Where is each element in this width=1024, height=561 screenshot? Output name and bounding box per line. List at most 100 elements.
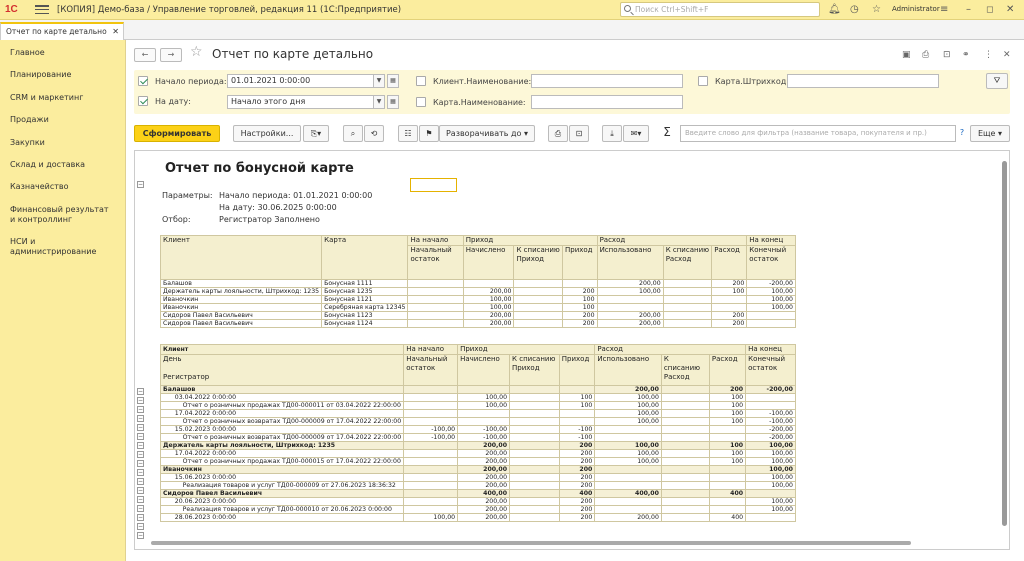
table-row[interactable]: Реализация товаров и услуг ТД00-000010 о… bbox=[159, 505, 796, 514]
tab-report[interactable]: Отчет по карте детально ✕ bbox=[0, 22, 124, 40]
table-row[interactable]: 20.06.2023 0:00:00 200,00 200 100,00 bbox=[159, 497, 796, 506]
table-row[interactable]: 03.04.2022 0:00:00 100,00 100 100,00 100 bbox=[159, 393, 796, 402]
horizontal-scrollbar[interactable] bbox=[151, 541, 911, 545]
barcode-checkbox[interactable] bbox=[698, 76, 708, 86]
collapse-icon[interactable]: − bbox=[137, 442, 144, 449]
sum-icon[interactable]: Σ bbox=[660, 125, 674, 142]
collapse-icon[interactable]: − bbox=[137, 505, 144, 512]
client-checkbox[interactable] bbox=[416, 76, 426, 86]
table-row[interactable]: Отчет о розничных продажах ТД00-000015 о… bbox=[159, 457, 796, 466]
date-field[interactable]: Начало этого дня bbox=[227, 95, 385, 109]
sidebar-item-treasury[interactable]: Казначейство bbox=[0, 182, 78, 192]
email-button[interactable]: ✉▾ bbox=[623, 125, 649, 142]
table-row[interactable]: 15.06.2023 0:00:00 200,00 200 100,00 bbox=[159, 473, 796, 482]
vertical-scrollbar[interactable] bbox=[1002, 161, 1007, 526]
table-row[interactable]: Реализация товаров и услуг ТД00-000009 о… bbox=[159, 481, 796, 490]
variants-button[interactable]: ⎘▾ bbox=[303, 125, 329, 142]
save-icon[interactable]: ▣ bbox=[902, 50, 911, 60]
preview-button[interactable]: ⊡ bbox=[569, 125, 589, 142]
collapse-icon[interactable]: − bbox=[137, 415, 144, 422]
collapse-icon[interactable]: − bbox=[137, 478, 144, 485]
favorite-star-icon[interactable]: ☆ bbox=[190, 44, 203, 60]
generate-button[interactable]: Сформировать bbox=[134, 125, 220, 142]
chevron-down-icon[interactable]: ▼ bbox=[373, 95, 385, 109]
collapse-icon[interactable]: − bbox=[137, 487, 144, 494]
table-row[interactable]: Отчет о розничных продажах ТД00-000011 о… bbox=[159, 401, 796, 410]
sidebar-item-nsi[interactable]: НСИ и администрирование bbox=[0, 237, 120, 257]
group-icon-button[interactable]: ☷ bbox=[398, 125, 418, 142]
link-icon[interactable]: ⚭ bbox=[962, 50, 970, 60]
forward-button[interactable]: → bbox=[160, 48, 182, 62]
card-checkbox[interactable] bbox=[416, 97, 426, 107]
settings-icon[interactable]: ≡ bbox=[940, 4, 948, 16]
menu-icon[interactable] bbox=[35, 5, 49, 14]
sidebar-item-warehouse[interactable]: Склад и доставка bbox=[0, 160, 95, 170]
client-field[interactable] bbox=[531, 74, 683, 88]
back-button[interactable]: ← bbox=[134, 48, 156, 62]
minimize-icon[interactable]: – bbox=[966, 4, 971, 16]
collapse-icon[interactable]: − bbox=[137, 181, 144, 188]
selected-cell[interactable] bbox=[410, 178, 457, 192]
history-icon[interactable]: ◷ bbox=[850, 4, 859, 16]
close-window-icon[interactable]: ✕ bbox=[1006, 4, 1014, 16]
barcode-field[interactable] bbox=[787, 74, 939, 88]
help-icon[interactable]: ? bbox=[957, 125, 967, 142]
close-form-icon[interactable]: ✕ bbox=[1003, 50, 1011, 60]
sidebar-item-finance[interactable]: Финансовый результат и контроллинг bbox=[0, 205, 124, 225]
table-row[interactable]: Иваночкин Бонусная 1121 100,00 100 100,00 bbox=[159, 295, 796, 304]
more-icon[interactable]: ⋮ bbox=[984, 50, 993, 60]
table-row[interactable]: Держатель карты лояльности, Штрихкод: 12… bbox=[159, 287, 796, 296]
flag-icon-button[interactable]: ⚑ bbox=[419, 125, 439, 142]
global-search-input[interactable]: Поиск Ctrl+Shift+F bbox=[620, 2, 820, 17]
sidebar-item-purchases[interactable]: Закупки bbox=[0, 138, 55, 148]
print-icon[interactable]: ⎙ bbox=[922, 50, 929, 60]
start-period-checkbox[interactable] bbox=[138, 76, 148, 86]
table-row[interactable]: 15.02.2023 0:00:00 -100,00 -100,00 -100 -200… bbox=[159, 425, 796, 434]
date-checkbox[interactable] bbox=[138, 96, 148, 106]
collapse-icon[interactable]: − bbox=[137, 514, 144, 521]
collapse-icon[interactable]: − bbox=[137, 406, 144, 413]
table-row[interactable]: Сидоров Павел Васильевич Бонусная 1123 200… bbox=[159, 311, 796, 320]
collapse-icon[interactable]: − bbox=[137, 433, 144, 440]
table-row[interactable]: Отчет о розничных возвратах ТД00-000009 … bbox=[159, 417, 796, 426]
table-row[interactable]: Сидоров Павел Васильевич 400,00 400 400,00 4… bbox=[159, 489, 796, 498]
expand-to-button[interactable]: Разворачивать до ▾ bbox=[439, 125, 535, 142]
close-tab-icon[interactable]: ✕ bbox=[112, 27, 119, 36]
table-row[interactable]: Балашов Бонусная 1111 200,00 200 -200,00 bbox=[159, 279, 796, 288]
table-row[interactable]: Держатель карты лояльности, Штрихкод: 12… bbox=[159, 441, 796, 450]
bell-icon[interactable]: 🔔︎ bbox=[828, 4, 841, 16]
card-field[interactable] bbox=[531, 95, 683, 109]
table-row[interactable]: 17.04.2022 0:00:00 200,00 200 100,00 100 100,… bbox=[159, 449, 796, 458]
calendar-icon[interactable]: ▦ bbox=[387, 95, 399, 109]
sidebar-item-planning[interactable]: Планирование bbox=[0, 70, 81, 80]
calendar-icon[interactable]: ▦ bbox=[387, 74, 399, 88]
collapse-icon[interactable]: − bbox=[137, 532, 144, 539]
collapse-icon[interactable]: − bbox=[137, 496, 144, 503]
more-button[interactable]: Еще ▾ bbox=[970, 125, 1010, 142]
report-sheet[interactable]: Отчет по бонусной карте − Параметры: Нач… bbox=[134, 150, 1010, 550]
collapse-icon[interactable]: − bbox=[137, 424, 144, 431]
filter-funnel-button[interactable]: ⛛ bbox=[986, 73, 1008, 89]
table-row[interactable]: 17.04.2022 0:00:00 100,00 100 -100,00 bbox=[159, 409, 796, 418]
preview-icon[interactable]: ⊡ bbox=[943, 50, 951, 60]
download-button[interactable]: ⤓ bbox=[602, 125, 622, 142]
table-row[interactable]: Иваночкин 200,00 200 100,00 bbox=[159, 465, 796, 474]
chevron-down-icon[interactable]: ▼ bbox=[373, 74, 385, 88]
user-name[interactable]: Administrator bbox=[892, 5, 940, 13]
table-row[interactable]: Отчет о розничных возвратах ТД00-000009 … bbox=[159, 433, 796, 442]
sidebar-item-crm[interactable]: CRM и маркетинг bbox=[0, 93, 93, 103]
collapse-icon[interactable]: − bbox=[137, 523, 144, 530]
find-next-button[interactable]: ⟲ bbox=[364, 125, 384, 142]
sidebar-item-main[interactable]: Главное bbox=[0, 48, 55, 58]
table-row[interactable]: Балашов 200,00 200 -200,00 bbox=[159, 385, 796, 394]
favorites-star-icon[interactable]: ☆ bbox=[872, 4, 881, 16]
table-row[interactable]: Сидоров Павел Васильевич Бонусная 1124 200… bbox=[159, 319, 796, 328]
print-button[interactable]: ⎙ bbox=[548, 125, 568, 142]
collapse-icon[interactable]: − bbox=[137, 397, 144, 404]
collapse-icon[interactable]: − bbox=[137, 451, 144, 458]
report-filter-input[interactable]: Введите слово для фильтра (название това… bbox=[680, 125, 956, 142]
sidebar-item-sales[interactable]: Продажи bbox=[0, 115, 59, 125]
find-button[interactable]: ⌕ bbox=[343, 125, 363, 142]
settings-button[interactable]: Настройки... bbox=[233, 125, 301, 142]
maximize-icon[interactable]: ◻ bbox=[986, 4, 993, 16]
